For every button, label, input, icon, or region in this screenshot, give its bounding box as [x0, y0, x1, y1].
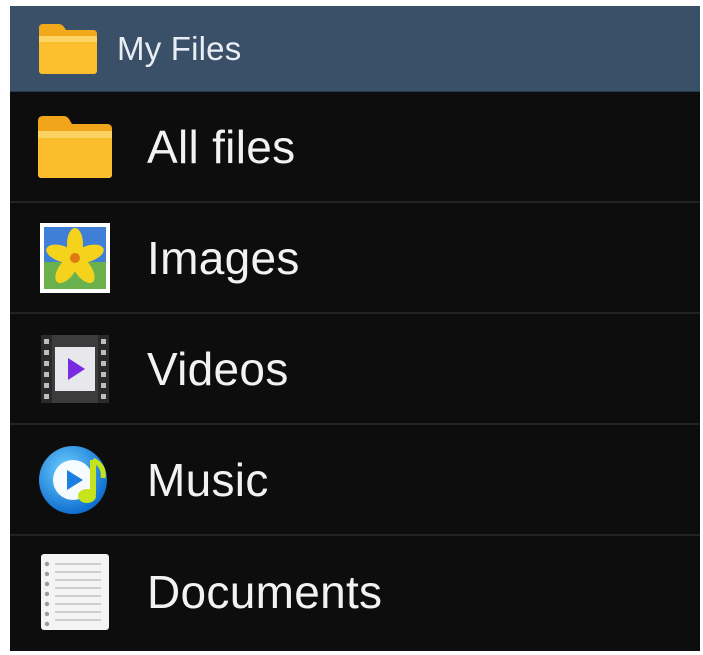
video-icon — [35, 329, 115, 409]
music-icon — [35, 440, 115, 520]
document-icon — [35, 552, 115, 632]
folder-icon — [35, 107, 115, 187]
folder-icon — [36, 21, 100, 77]
app-header: My Files — [10, 6, 700, 92]
list-item-music[interactable]: Music — [10, 425, 700, 536]
list-item-all-files[interactable]: All files — [10, 92, 700, 203]
list-item-label: Documents — [147, 565, 383, 618]
my-files-app: My Files All files Images Videos Music D… — [10, 6, 700, 651]
list-item-label: Images — [147, 231, 300, 284]
list-item-images[interactable]: Images — [10, 203, 700, 314]
list-item-videos[interactable]: Videos — [10, 314, 700, 425]
list-item-documents[interactable]: Documents — [10, 536, 700, 647]
category-list: All files Images Videos Music Documents — [10, 92, 700, 647]
list-item-label: Videos — [147, 342, 289, 395]
page-title: My Files — [117, 29, 242, 67]
list-item-label: All files — [147, 120, 296, 173]
list-item-label: Music — [147, 453, 269, 506]
image-icon — [35, 218, 115, 298]
